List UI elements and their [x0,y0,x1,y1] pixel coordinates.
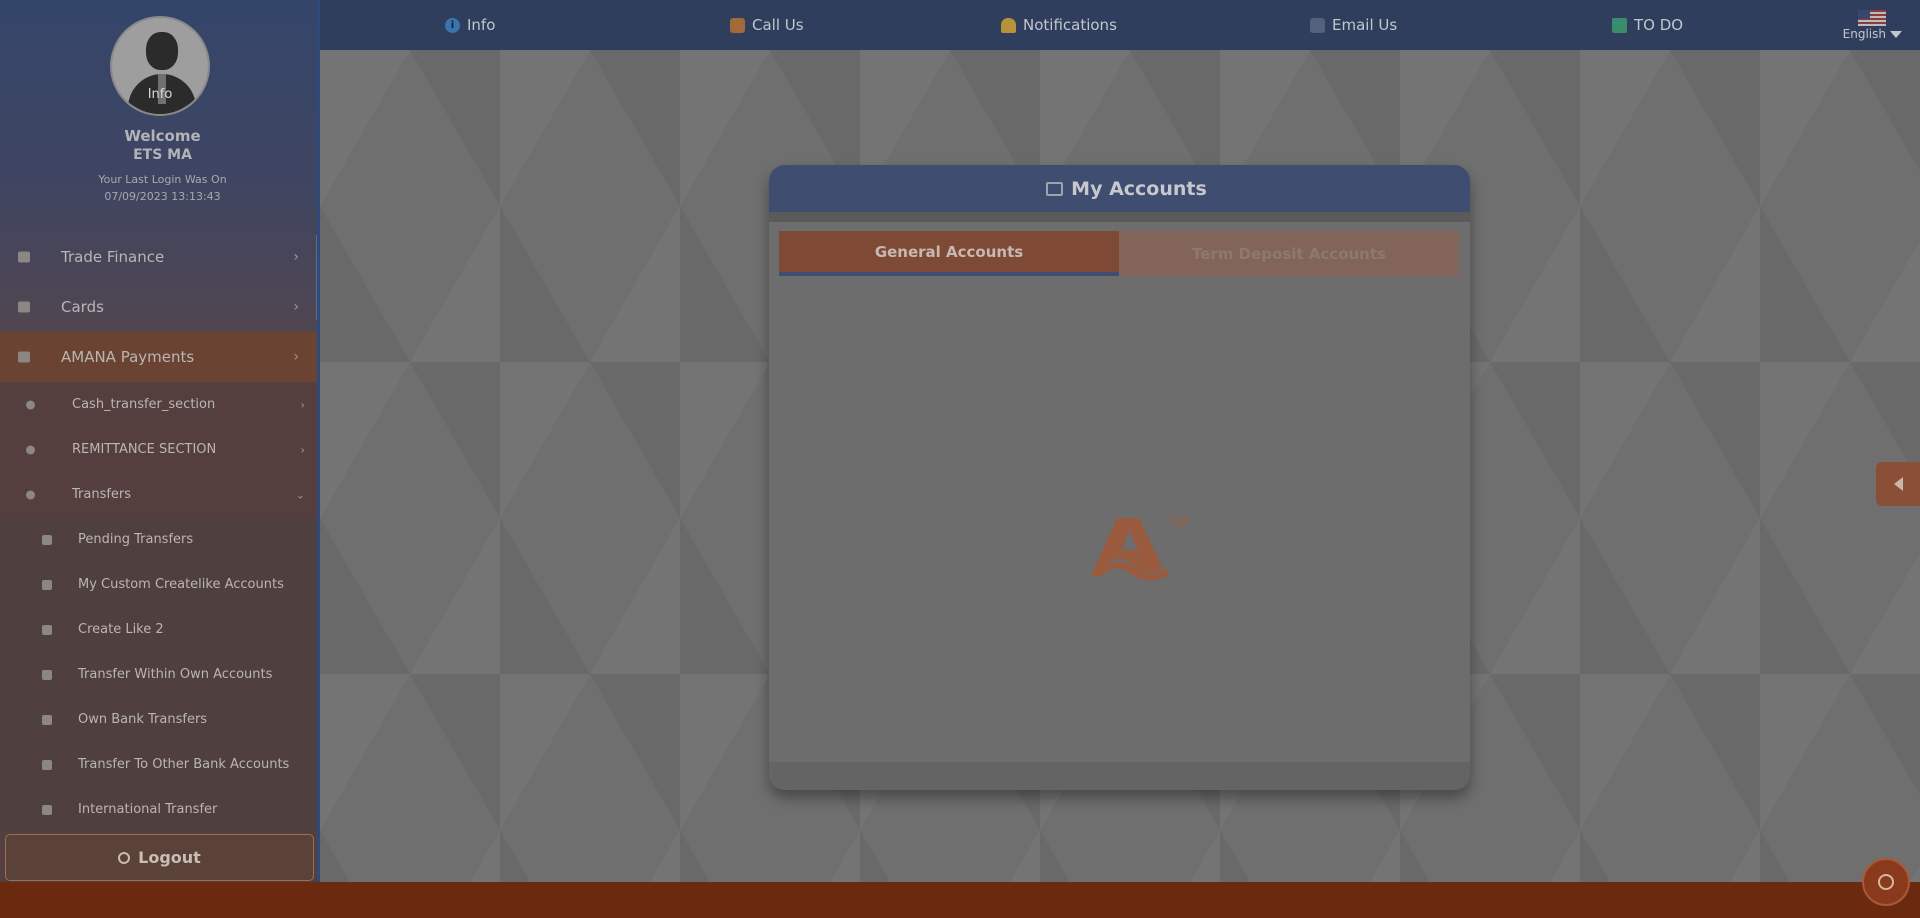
avatar-head [146,32,178,70]
sidebar-item-label: International Transfer [78,802,218,817]
bank-icon [42,714,52,725]
last-login: Your Last Login Was On 07/09/2023 13:13:… [0,171,317,205]
chevron-right-icon: › [300,398,305,411]
chevron-right-icon: › [293,249,299,265]
payments-icon [18,351,30,363]
accounts-icon [1046,181,1064,196]
sidebar-item-label: REMITTANCE SECTION [72,442,217,457]
panel-divider [769,212,1470,222]
sidebar-item-label: Pending Transfers [78,532,194,547]
phone-icon [730,17,745,33]
language-selector[interactable]: English [1843,10,1902,41]
question-icon [26,400,35,409]
question-icon [26,445,35,454]
sidebar-item-trade-finance[interactable]: Trade Finance › [0,232,317,282]
chevron-right-icon: › [300,443,305,456]
chevron-right-icon: › [293,349,299,365]
logo-tm: TM [1169,514,1187,529]
todo-icon [1612,17,1627,33]
nav-call-us[interactable]: Call Us [730,0,804,50]
welcome-text: Welcome [124,127,201,145]
last-login-value: 07/09/2023 13:13:43 [104,190,221,203]
panel-footer [769,762,1470,790]
my-accounts-panel: My Accounts TM General Accounts Term Dep… [769,165,1470,790]
accounts-tabs: General Accounts Term Deposit Accounts [779,231,1459,276]
nav-info-label: Info [467,16,496,34]
caret-down-icon [1890,31,1902,38]
nav-todo[interactable]: TO DO [1612,0,1683,50]
logout-label: Logout [138,848,201,867]
sidebar: Info Welcome ETS MA Your Last Login Was … [0,0,320,918]
avatar-info-label: Info [147,87,173,102]
last-login-label: Your Last Login Was On [98,173,227,186]
sidebar-item-amana-payments[interactable]: AMANA Payments › [0,332,317,382]
sidebar-item-label: AMANA Payments [61,348,195,366]
globe-icon [42,804,52,815]
side-panel-toggle[interactable] [1876,462,1920,506]
panel-title: My Accounts [1071,177,1207,200]
nav-call-us-label: Call Us [752,16,804,34]
sidebar-item-cards[interactable]: Cards › [0,282,317,332]
trade-finance-icon [18,251,30,263]
sidebar-item-label: Create Like 2 [78,622,164,637]
info-icon: i [445,17,460,33]
nav-notifications[interactable]: Notifications [1001,0,1117,50]
card-icon [18,301,30,313]
sidebar-item-pending-transfers[interactable]: Pending Transfers [0,517,317,562]
sidebar-item-label: Cash_transfer_section [72,397,216,412]
panel-header: My Accounts [769,165,1470,212]
sidebar-item-label: Transfers [72,487,132,502]
logout-button[interactable]: Logout [5,834,314,881]
sidebar-item-international-transfer[interactable]: International Transfer [0,787,317,832]
nav-email-us-label: Email Us [1332,16,1398,34]
list-icon [42,534,52,545]
bell-icon [1001,17,1016,33]
nav-notifications-label: Notifications [1023,16,1117,34]
tab-term-deposit-accounts[interactable]: Term Deposit Accounts [1119,231,1459,276]
sidebar-item-remittance-section[interactable]: REMITTANCE SECTION › [0,427,317,472]
logout-icon [118,851,131,864]
sidebar-menu: Trade Finance › Cards › AMANA Payments ›… [0,232,317,832]
panel-body: TM [769,222,1470,762]
sidebar-item-label: Trade Finance [61,248,165,266]
sidebar-item-label: Transfer To Other Bank Accounts [78,757,290,772]
sidebar-item-create-like-2[interactable]: Create Like 2 [0,607,317,652]
accounts-icon [42,669,52,680]
transfer-icon [26,490,35,499]
question-icon [42,579,52,590]
footer-bar [0,882,1920,918]
sidebar-item-label: Cards [61,298,104,316]
tab-general-accounts[interactable]: General Accounts [779,231,1119,276]
sidebar-item-cash-transfer-section[interactable]: Cash_transfer_section › [0,382,317,427]
sidebar-item-own-bank-transfers[interactable]: Own Bank Transfers [0,697,317,742]
username: ETS MA [133,147,192,163]
chart-icon [42,759,52,770]
brand-logo: TM [1091,514,1187,581]
sidebar-item-transfers[interactable]: Transfers ⌄ [0,472,317,517]
sidebar-item-label: My Custom Createlike Accounts [78,577,284,592]
chat-icon [1878,874,1894,890]
nav-info[interactable]: i Info [445,0,495,50]
us-flag-icon [1858,10,1887,26]
sidebar-item-my-custom-createlike-accounts[interactable]: My Custom Createlike Accounts [0,562,317,607]
email-icon [1310,17,1325,33]
chevron-right-icon: › [293,299,299,315]
language-label: English [1842,27,1886,41]
nav-email-us[interactable]: Email Us [1310,0,1397,50]
main-content: My Accounts TM General Accounts Term Dep… [320,50,1920,882]
question-icon [42,624,52,635]
user-avatar[interactable]: Info [110,16,210,116]
sidebar-item-label: Own Bank Transfers [78,712,208,727]
top-navigation-bar: i Info Call Us Notifications Email Us TO… [320,0,1920,50]
sidebar-item-transfer-to-other-bank-accounts[interactable]: Transfer To Other Bank Accounts [0,742,317,787]
nav-todo-label: TO DO [1634,16,1684,34]
chat-button[interactable] [1862,858,1910,906]
sidebar-item-label: Transfer Within Own Accounts [78,667,273,682]
sidebar-item-transfer-within-own-accounts[interactable]: Transfer Within Own Accounts [0,652,317,697]
chevron-down-icon: ⌄ [295,488,305,501]
caret-left-icon [1893,477,1903,491]
